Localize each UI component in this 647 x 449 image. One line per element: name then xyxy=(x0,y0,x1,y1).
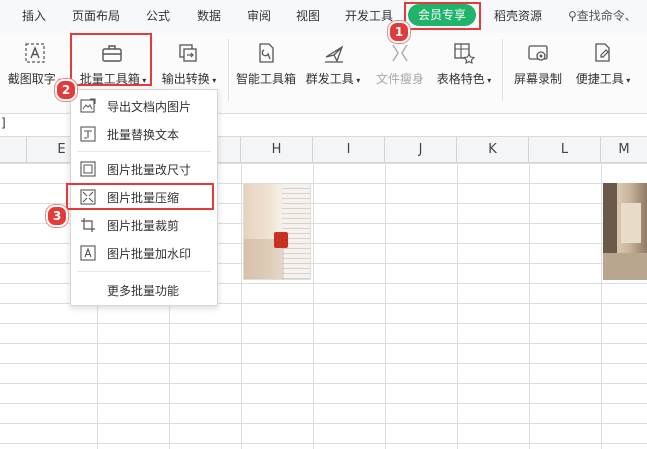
resize-image-icon xyxy=(80,161,96,177)
menu-item-label: 批量替换文本 xyxy=(107,128,180,142)
crop-image-icon xyxy=(81,218,95,232)
tab-docer-resources[interactable]: 稻壳资源 xyxy=(494,7,542,24)
column-header-l[interactable]: L xyxy=(529,137,601,162)
group-send-button[interactable]: 群发工具 ▾ xyxy=(302,33,364,113)
tab-view[interactable]: 视图 xyxy=(296,7,320,24)
menu-item-watermark-images[interactable]: 图片批量加水印 xyxy=(71,239,217,267)
step-badge-2: 2 xyxy=(55,79,77,101)
red-mailbox xyxy=(274,232,288,248)
embedded-photo-street[interactable] xyxy=(603,183,647,280)
tab-review[interactable]: 审阅 xyxy=(247,7,271,24)
ribbon-tab-bar: 插入 页面布局 公式 数据 审阅 视图 开发工具 会员专享 稻壳资源 ⚲查找命令… xyxy=(0,0,647,33)
menu-item-crop-images[interactable]: 图片批量裁剪 xyxy=(71,211,217,239)
output-convert-label: 输出转换 ▾ xyxy=(161,72,217,86)
screenshot-text-icon xyxy=(25,43,45,63)
callout-box-compress-item xyxy=(66,183,214,210)
screenshot-ocr-button[interactable]: 截图取字 ▾ xyxy=(0,33,70,113)
tab-page-layout[interactable]: 页面布局 xyxy=(72,7,120,24)
grid-column-line xyxy=(529,163,530,449)
callout-box-batch-toolbox xyxy=(70,33,152,86)
menu-item-replace-text[interactable]: 批量替换文本 xyxy=(71,120,217,148)
menu-item-label: 图片批量裁剪 xyxy=(107,219,180,233)
grid-column-line xyxy=(385,163,386,449)
grid-column-line xyxy=(457,163,458,449)
column-header-i[interactable]: I xyxy=(313,137,385,162)
name-box[interactable]: ] xyxy=(1,116,6,130)
step-badge-1: 1 xyxy=(388,21,410,43)
export-image-icon xyxy=(80,98,96,113)
menu-item-resize-images[interactable]: 图片批量改尺寸 xyxy=(71,155,217,183)
slim-icon xyxy=(392,44,408,62)
table-special-button[interactable]: 表格特色 ▾ xyxy=(432,33,496,113)
ribbon-separator xyxy=(228,39,229,101)
column-header-j[interactable]: J xyxy=(385,137,457,162)
tab-insert[interactable]: 插入 xyxy=(22,7,46,24)
watermark-image-icon xyxy=(80,245,96,261)
menu-item-label: 更多批量功能 xyxy=(107,284,180,298)
menu-item-label: 图片批量改尺寸 xyxy=(107,163,192,177)
tab-developer[interactable]: 开发工具 xyxy=(345,7,393,24)
column-header-h[interactable]: H xyxy=(241,137,313,162)
step-badge-3: 3 xyxy=(46,205,68,227)
search-command[interactable]: ⚲查找命令、 xyxy=(568,7,637,24)
quick-tools-button[interactable]: 便捷工具 ▾ xyxy=(572,33,634,113)
file-slim-button[interactable]: 文件瘦身 xyxy=(370,33,430,113)
ribbon-separator xyxy=(502,39,503,101)
smart-toolbox-label: 智能工具箱 xyxy=(235,72,296,86)
send-icon xyxy=(325,45,344,63)
wrench-icon xyxy=(259,43,274,63)
grid-column-line xyxy=(313,163,314,449)
screen-record-button[interactable]: 屏幕录制 xyxy=(508,33,568,113)
menu-item-export-images[interactable]: 导出文档内图片 xyxy=(71,92,217,120)
record-icon xyxy=(528,45,548,61)
search-icon: ⚲ xyxy=(568,9,577,23)
callout-box-member-tab xyxy=(404,2,481,30)
search-placeholder: 查找命令、 xyxy=(576,9,637,23)
menu-item-label: 图片批量加水印 xyxy=(107,247,192,261)
embedded-photo-wall[interactable] xyxy=(243,183,311,280)
tab-formulas[interactable]: 公式 xyxy=(146,7,170,24)
replace-text-icon xyxy=(80,126,96,142)
table-star-icon xyxy=(454,43,476,64)
menu-divider xyxy=(77,271,211,272)
menu-divider xyxy=(77,151,211,152)
convert-icon xyxy=(179,44,197,62)
quick-tools-icon xyxy=(595,43,610,62)
grid-column-line xyxy=(241,163,242,449)
menu-item-more-batch[interactable]: 更多批量功能 xyxy=(71,276,217,304)
menu-item-label: 导出文档内图片 xyxy=(107,100,192,114)
column-header-m[interactable]: M xyxy=(601,137,647,162)
column-header-blank xyxy=(0,137,27,162)
screen-record-label: 屏幕录制 xyxy=(513,72,562,86)
column-header-k[interactable]: K xyxy=(457,137,529,162)
file-slim-label: 文件瘦身 xyxy=(375,72,424,86)
quick-tools-label: 便捷工具 ▾ xyxy=(575,72,631,86)
group-send-label: 群发工具 ▾ xyxy=(305,72,361,86)
tab-data[interactable]: 数据 xyxy=(197,7,221,24)
table-special-label: 表格特色 ▾ xyxy=(436,72,492,86)
grid-column-line xyxy=(601,163,602,449)
smart-toolbox-button[interactable]: 智能工具箱 xyxy=(232,33,300,113)
